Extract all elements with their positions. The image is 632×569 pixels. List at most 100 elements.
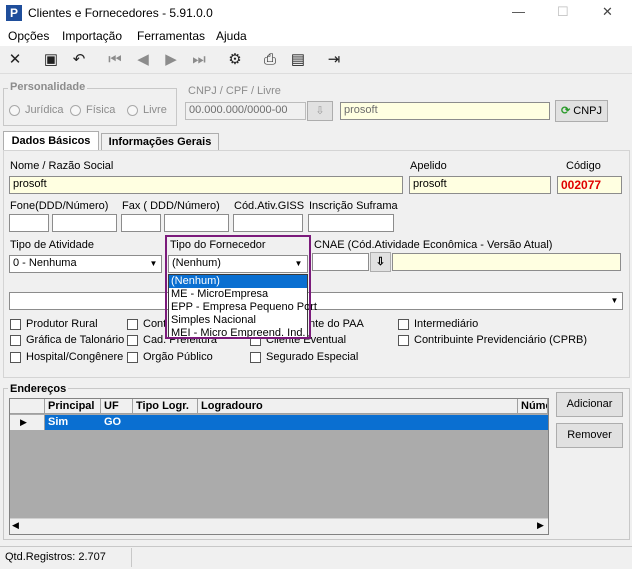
save-icon[interactable]: ▣ [40, 49, 62, 71]
fax-numero-input[interactable] [164, 214, 229, 232]
cod-giss-label: Cód.Ativ.GISS [234, 200, 305, 212]
codigo-input[interactable]: 002077 [557, 176, 622, 194]
radio-juridica-label: Jurídica [25, 104, 64, 116]
cnae-description-input[interactable] [392, 253, 621, 271]
cell-principal: Sim [48, 416, 69, 428]
cont-label: Cont [143, 318, 167, 330]
contribuinte-checkbox[interactable] [398, 335, 409, 346]
tab-informacoes-gerais[interactable]: Informações Gerais [101, 133, 219, 151]
cnpj-input[interactable]: 00.000.000/0000-00 [185, 102, 306, 120]
hospital-checkbox[interactable] [10, 352, 21, 363]
fax-label: Fax ( DDD/Número) [122, 200, 220, 212]
dropdown-option[interactable]: EPP - Empresa Pequeno Port [169, 301, 317, 314]
tipo-fornecedor-select[interactable]: (Nenhum) [168, 255, 308, 273]
scroll-right-icon[interactable]: ▶ [537, 520, 544, 531]
chevron-down-icon[interactable]: ▼ [607, 293, 622, 309]
last-record-icon[interactable]: ⏭ [188, 49, 210, 71]
cnpj-name-input[interactable]: prosoft [340, 102, 550, 120]
cell-uf: GO [104, 416, 122, 428]
produtor-rural-label: Produtor Rural [26, 318, 98, 330]
radio-juridica[interactable] [9, 105, 20, 116]
dropdown-option[interactable]: Simples Nacional [169, 314, 307, 327]
fone-numero-input[interactable] [52, 214, 117, 232]
intermediario-checkbox[interactable] [398, 319, 409, 330]
table-row[interactable]: Sim GO [45, 415, 548, 430]
next-record-icon[interactable]: ▶ [160, 49, 182, 71]
minimize-button[interactable]: — [512, 4, 525, 19]
close-button[interactable]: ✕ [602, 4, 613, 20]
apelido-input[interactable]: prosoft [409, 176, 551, 194]
dropdown-option[interactable]: MEI - Micro Empreend. Ind. [169, 327, 307, 340]
radio-livre-label: Livre [143, 104, 167, 116]
grid-header-logradouro[interactable]: Logradouro [198, 399, 518, 414]
horizontal-scrollbar[interactable] [10, 518, 548, 534]
search-binoculars-icon[interactable]: ⚙ [224, 49, 246, 71]
row-pointer-icon: ▶ [10, 415, 45, 430]
codigo-label: Código [566, 160, 601, 172]
menu-importacao[interactable]: Importação [62, 29, 122, 43]
chevron-down-icon[interactable]: ▼ [291, 256, 306, 272]
grafica-checkbox[interactable] [10, 335, 21, 346]
dropdown-option[interactable]: ME - MicroEmpresa [169, 288, 307, 301]
report-icon[interactable]: ▤ [287, 49, 309, 71]
radio-fisica[interactable] [70, 105, 81, 116]
grafica-label: Gráfica de Talonário [26, 334, 125, 346]
dropdown-option[interactable]: (Nenhum) [169, 275, 307, 288]
grid-header-uf[interactable]: UF [101, 399, 133, 414]
grid-header-principal[interactable]: Principal [45, 399, 101, 414]
cnpj-label: CNPJ / CPF / Livre [188, 85, 281, 97]
cnae-label: CNAE (Cód.Atividade Econômica - Versão A… [314, 239, 553, 251]
segurado-especial-checkbox[interactable] [250, 352, 261, 363]
intermediario-label: Intermediário [414, 318, 479, 330]
orgao-publico-checkbox[interactable] [127, 352, 138, 363]
radio-fisica-label: Física [86, 104, 116, 116]
nome-input[interactable]: prosoft [9, 176, 403, 194]
tipo-fornecedor-label: Tipo do Fornecedor [170, 239, 266, 251]
menu-ferramentas[interactable]: Ferramentas [137, 29, 205, 43]
status-text: Qtd.Registros: 2.707 [5, 551, 106, 563]
window-title: Clientes e Fornecedores - 5.91.0.0 [28, 6, 213, 20]
chevron-down-icon[interactable]: ▼ [146, 256, 161, 272]
remover-button[interactable]: Remover [556, 423, 623, 448]
first-record-icon[interactable]: ⏮ [104, 49, 126, 71]
adicionar-button[interactable]: Adicionar [556, 392, 623, 417]
cad-prefeitura-checkbox[interactable] [127, 335, 138, 346]
grid-header-numero[interactable]: Núme [518, 399, 548, 414]
undo-icon[interactable]: ↶ [68, 49, 90, 71]
cnpj-lookup-icon[interactable]: ⇩ [307, 101, 333, 121]
enderecos-label: Endereços [8, 383, 69, 395]
grid-header-tipo-logr[interactable]: Tipo Logr. [133, 399, 198, 414]
tipo-atividade-label: Tipo de Atividade [10, 239, 94, 251]
exit-door-icon[interactable]: ⇥ [323, 49, 345, 71]
cnpj-refresh-button[interactable]: ⟳ CNPJ [555, 100, 608, 122]
insc-suframa-input[interactable] [308, 214, 394, 232]
tipo-atividade-select[interactable]: 0 - Nenhuma [9, 255, 162, 273]
fax-ddd-input[interactable] [121, 214, 161, 232]
cnae-code-input[interactable] [312, 253, 369, 271]
personalidade-label: Personalidade [8, 81, 88, 93]
contribuinte-label: Contribuinte Previdenciário (CPRB) [414, 334, 588, 346]
fone-ddd-input[interactable] [9, 214, 49, 232]
fone-label: Fone(DDD/Número) [10, 200, 109, 212]
produtor-rural-checkbox[interactable] [10, 319, 21, 330]
cod-giss-input[interactable] [233, 214, 303, 232]
refresh-icon: ⟳ [560, 105, 571, 117]
app-icon: P [6, 5, 22, 21]
menu-opcoes[interactable]: Opções [8, 29, 49, 43]
print-icon[interactable]: ⎙ [259, 49, 281, 71]
paa-label: nte do PAA [309, 318, 364, 330]
scroll-left-icon[interactable]: ◀ [12, 520, 19, 531]
toolbar [0, 46, 632, 74]
cont-checkbox[interactable] [127, 319, 138, 330]
tipo-fornecedor-dropdown: (Nenhum) ME - MicroEmpresa EPP - Empresa… [168, 274, 317, 340]
tipo-atividade-value: 0 - Nenhuma [13, 257, 77, 269]
menu-ajuda[interactable]: Ajuda [216, 29, 247, 43]
orgao-publico-label: Orgão Público [143, 351, 213, 363]
close-icon[interactable]: ✕ [4, 49, 26, 71]
previous-record-icon[interactable]: ◀ [132, 49, 154, 71]
insc-suframa-label: Inscrição Suframa [309, 200, 398, 212]
maximize-button[interactable]: ☐ [557, 4, 569, 20]
nome-label: Nome / Razão Social [10, 160, 114, 172]
radio-livre[interactable] [127, 105, 138, 116]
cnae-lookup-icon[interactable]: ⇩ [370, 252, 391, 272]
